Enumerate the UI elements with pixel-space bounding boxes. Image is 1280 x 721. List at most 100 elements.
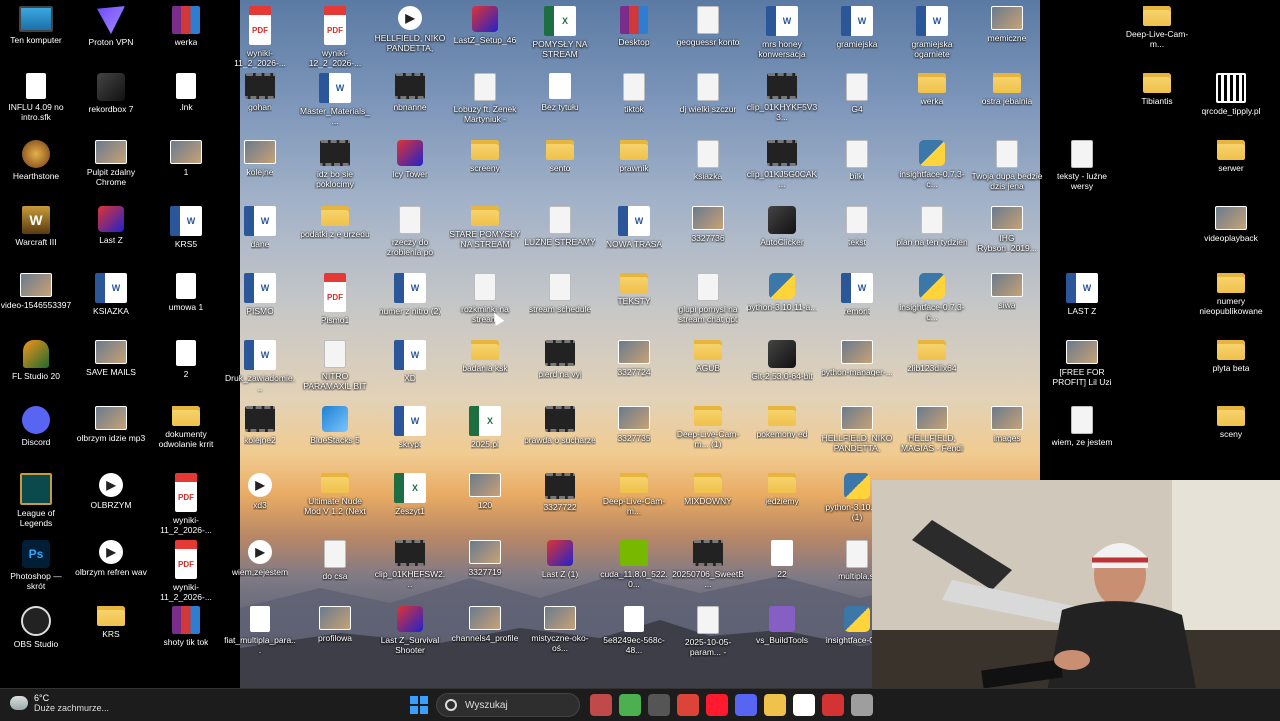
desktop-icon-left_icons[interactable]: W KRS5 (150, 206, 222, 249)
desktop-icon-grid_icons[interactable]: PDF wyniki-12_2_2026-... (299, 6, 371, 68)
desktop-icon-grid_icons[interactable]: Ultimate Nude Mod V 1.2 (Next Gen) 7... (299, 473, 371, 516)
desktop-icon-grid_icons[interactable]: Deep-Live-Cam-m... (598, 473, 670, 516)
opera-icon[interactable] (706, 694, 728, 716)
desktop-icon-grid_icons[interactable]: profilowa (299, 606, 371, 643)
desktop-icon-grid_icons[interactable]: Bez tytułu (524, 73, 596, 112)
desktop-icon-grid_icons[interactable]: Wgramiejska ogarniete (896, 6, 968, 59)
desktop-icon-left_icons[interactable]: .lnk (150, 73, 222, 112)
desktop-icon-left_icons[interactable]: PDF wyniki-11_2_2026-... (150, 473, 222, 535)
desktop-icon-grid_icons[interactable]: Desktop (598, 6, 670, 47)
desktop-icon-grid_icons[interactable]: bilki (821, 140, 893, 181)
file-explorer-icon[interactable] (764, 694, 786, 716)
desktop-icon-grid_icons[interactable]: Wskrypt (374, 406, 446, 449)
desktop-icon-grid_icons[interactable]: werka (896, 73, 968, 106)
desktop-icon-left_icons[interactable]: Hearthstone (0, 140, 72, 181)
desktop-icon-grid_icons[interactable]: python-3.10.11-a... (746, 273, 818, 312)
desktop-icon-grid_icons[interactable]: ▶ HELLFIELD, NIKO PANDETTA, MAGI... (374, 6, 446, 53)
desktop-icon-grid_icons[interactable]: do csa (299, 540, 371, 581)
desktop-icon-grid_icons[interactable]: X Zeszyt1 (374, 473, 446, 516)
vpn-shield-icon[interactable] (619, 694, 641, 716)
desktop-icon-grid_icons[interactable]: jedziemy (746, 473, 818, 506)
desktop-icon-grid_icons[interactable]: rzeczy do zrobienia po wyplacie (374, 206, 446, 257)
desktop-icon-grid_icons[interactable]: 5e8249ec-568c-48... (598, 606, 670, 655)
desktop-icon-grid_icons[interactable]: rozkminki na stream (449, 273, 521, 324)
desktop-icon-left_icons[interactable]: 1 (150, 140, 222, 177)
desktop-icon-right_icons[interactable]: teksty - luźne wersy (1046, 140, 1118, 191)
desktop-icon-left_icons[interactable]: Proton VPN (75, 6, 147, 47)
desktop-icon-grid_icons[interactable]: Lobuzy ft. Zenek Martyniuk - Mańd... (449, 73, 521, 124)
desktop-icon-grid_icons[interactable]: nbnanne (374, 73, 446, 112)
desktop-icon-grid_icons[interactable]: kolejne2 (224, 406, 296, 445)
desktop-icon-grid_icons[interactable]: Wgramiejska (821, 6, 893, 49)
desktop-icon-grid_icons[interactable]: tiktok (598, 73, 670, 114)
settings-icon[interactable] (851, 694, 873, 716)
desktop-icon-grid_icons[interactable]: AutoClicker (746, 206, 818, 247)
desktop-icon-grid_icons[interactable]: pokemony ed (746, 406, 818, 439)
desktop-icon-grid_icons[interactable]: X POMYSŁY NA STREAM (524, 6, 596, 59)
desktop-icon-grid_icons[interactable]: zlib123dllx64 (896, 340, 968, 373)
desktop-icon-grid_icons[interactable]: insightface-0.7.3-c... (896, 273, 968, 322)
desktop-icon-grid_icons[interactable]: 20250706_SweetB... (672, 540, 744, 589)
desktop-icon-left_icons[interactable]: video-1546553397 (0, 273, 72, 310)
desktop-icon-grid_icons[interactable]: G4 (821, 73, 893, 114)
desktop-icon-grid_icons[interactable]: Wremont (821, 273, 893, 316)
desktop-icon-grid_icons[interactable]: PDF wyniki-11_2_2026-... (224, 6, 296, 68)
desktop-icon-left_icons[interactable]: werka (150, 6, 222, 47)
desktop-icon-grid_icons[interactable]: images (971, 406, 1043, 443)
desktop-icon-grid_icons[interactable]: glupi pomysl na stream chat gpt (672, 273, 744, 324)
desktop-icon-grid_icons[interactable]: insightface-0.7.3-c... (896, 140, 968, 189)
desktop-icon-right_icons[interactable]: numery nieopublikowane (1195, 273, 1267, 316)
weather-widget[interactable]: 6°C Duże zachmurze... (10, 693, 109, 713)
desktop-icon-grid_icons[interactable]: clip_01KHEFSW2... (374, 540, 446, 589)
desktop-icon-grid_icons[interactable]: idz bo sie poklocimy (299, 140, 371, 189)
obs-icon[interactable] (648, 694, 670, 716)
desktop-icon-left_icons[interactable]: INFLU 4.09 no intro.sfk (0, 73, 72, 122)
desktop-icon-right_icons[interactable]: Tibiantis (1121, 73, 1193, 106)
desktop-icon-grid_icons[interactable]: stream schedule (524, 273, 596, 314)
desktop-icon-right_icons[interactable]: wiem, ze jestem (1046, 406, 1118, 447)
desktop-icon-right_icons[interactable]: [FREE FOR PROFIT] Lil Uzi Vert Type Be..… (1046, 340, 1118, 387)
desktop-icon-grid_icons[interactable]: 3327735 (598, 406, 670, 443)
desktop-icon-grid_icons[interactable]: clip_01KHYKF5V33... (746, 73, 818, 122)
desktop-icon-grid_icons[interactable]: plan na ten tydzien (896, 206, 968, 247)
desktop-icon-left_icons[interactable]: League of Legends (0, 473, 72, 528)
desktop-icon-left_icons[interactable]: Ps Photoshop — skrót (0, 540, 72, 591)
last-z-icon[interactable] (822, 694, 844, 716)
desktop-icon-grid_icons[interactable]: ▶ xd3 (224, 473, 296, 510)
taskbar-search[interactable]: Wyszukaj (436, 693, 580, 717)
desktop-icon-grid_icons[interactable]: dj wielki szczur (672, 73, 744, 114)
desktop-icon-grid_icons[interactable]: W NOWA TRASA (598, 206, 670, 249)
desktop-icon-grid_icons[interactable]: TEKSTY (598, 273, 670, 306)
desktop-icon-grid_icons[interactable]: PDF Pismo1 (299, 273, 371, 325)
desktop-icon-grid_icons[interactable]: channels4_profile (449, 606, 521, 643)
desktop-icon-grid_icons[interactable]: W Master_Materials_... (299, 73, 371, 126)
desktop-icon-grid_icons[interactable]: BlueStacks 5 (299, 406, 371, 445)
desktop-icon-grid_icons[interactable]: python-manager-... (821, 340, 893, 377)
desktop-icon-grid_icons[interactable]: badania ksk (449, 340, 521, 373)
desktop-icon-left_icons[interactable]: FL Studio 20 (0, 340, 72, 381)
start-button[interactable] (410, 696, 428, 714)
desktop-icon-left_icons[interactable]: Discord (0, 406, 72, 447)
desktop-icon-grid_icons[interactable]: clip_01KJ5G0CAK... (746, 140, 818, 189)
desktop-icon-grid_icons[interactable]: Wnumer z nitro (2) (374, 273, 446, 316)
desktop-icon-grid_icons[interactable]: screeny (449, 140, 521, 173)
desktop-icon-grid_icons[interactable]: 3327722 (524, 473, 596, 512)
desktop-icon-left_icons[interactable]: KRS (75, 606, 147, 639)
desktop-icon-left_icons[interactable]: shoty tik tok (150, 606, 222, 647)
desktop-icon-grid_icons[interactable]: 22 (746, 540, 818, 579)
desktop-icon-grid_icons[interactable]: HELLFIELD, MAGIAS - Fendi RMX (Offi... (896, 406, 968, 453)
desktop-icon-right_icons[interactable]: sceny (1195, 406, 1267, 439)
desktop-icon-grid_icons[interactable]: 2025-10-05-param... - Trim.mp4.sfk (672, 606, 744, 657)
desktop-icon-grid_icons[interactable]: Twoja dupa bedzie dzis jena (OFFICI... (971, 140, 1043, 191)
desktop-icon-left_icons[interactable]: SAVE MAILS (75, 340, 147, 377)
chrome-icon[interactable] (677, 694, 699, 716)
desktop-icon-grid_icons[interactable]: pierd na vyj (524, 340, 596, 379)
desktop-icon-left_icons[interactable]: Pulpit zdalny Chrome (75, 140, 147, 187)
desktop-icon-right_icons[interactable]: W LAST Z (1046, 273, 1118, 316)
desktop-icon-grid_icons[interactable]: W XD (374, 340, 446, 383)
desktop-icon-left_icons[interactable]: W Warcraft III (0, 206, 72, 247)
desktop-icon-left_icons[interactable]: dokumenty odwolanie krrit (150, 406, 222, 449)
desktop-icon-grid_icons[interactable]: X 2025.pl (449, 406, 521, 449)
desktop-icon-grid_icons[interactable]: podatki z e urzedu (299, 206, 371, 239)
desktop-icon-left_icons[interactable]: ▶ olbrzym refren wav (75, 540, 147, 577)
